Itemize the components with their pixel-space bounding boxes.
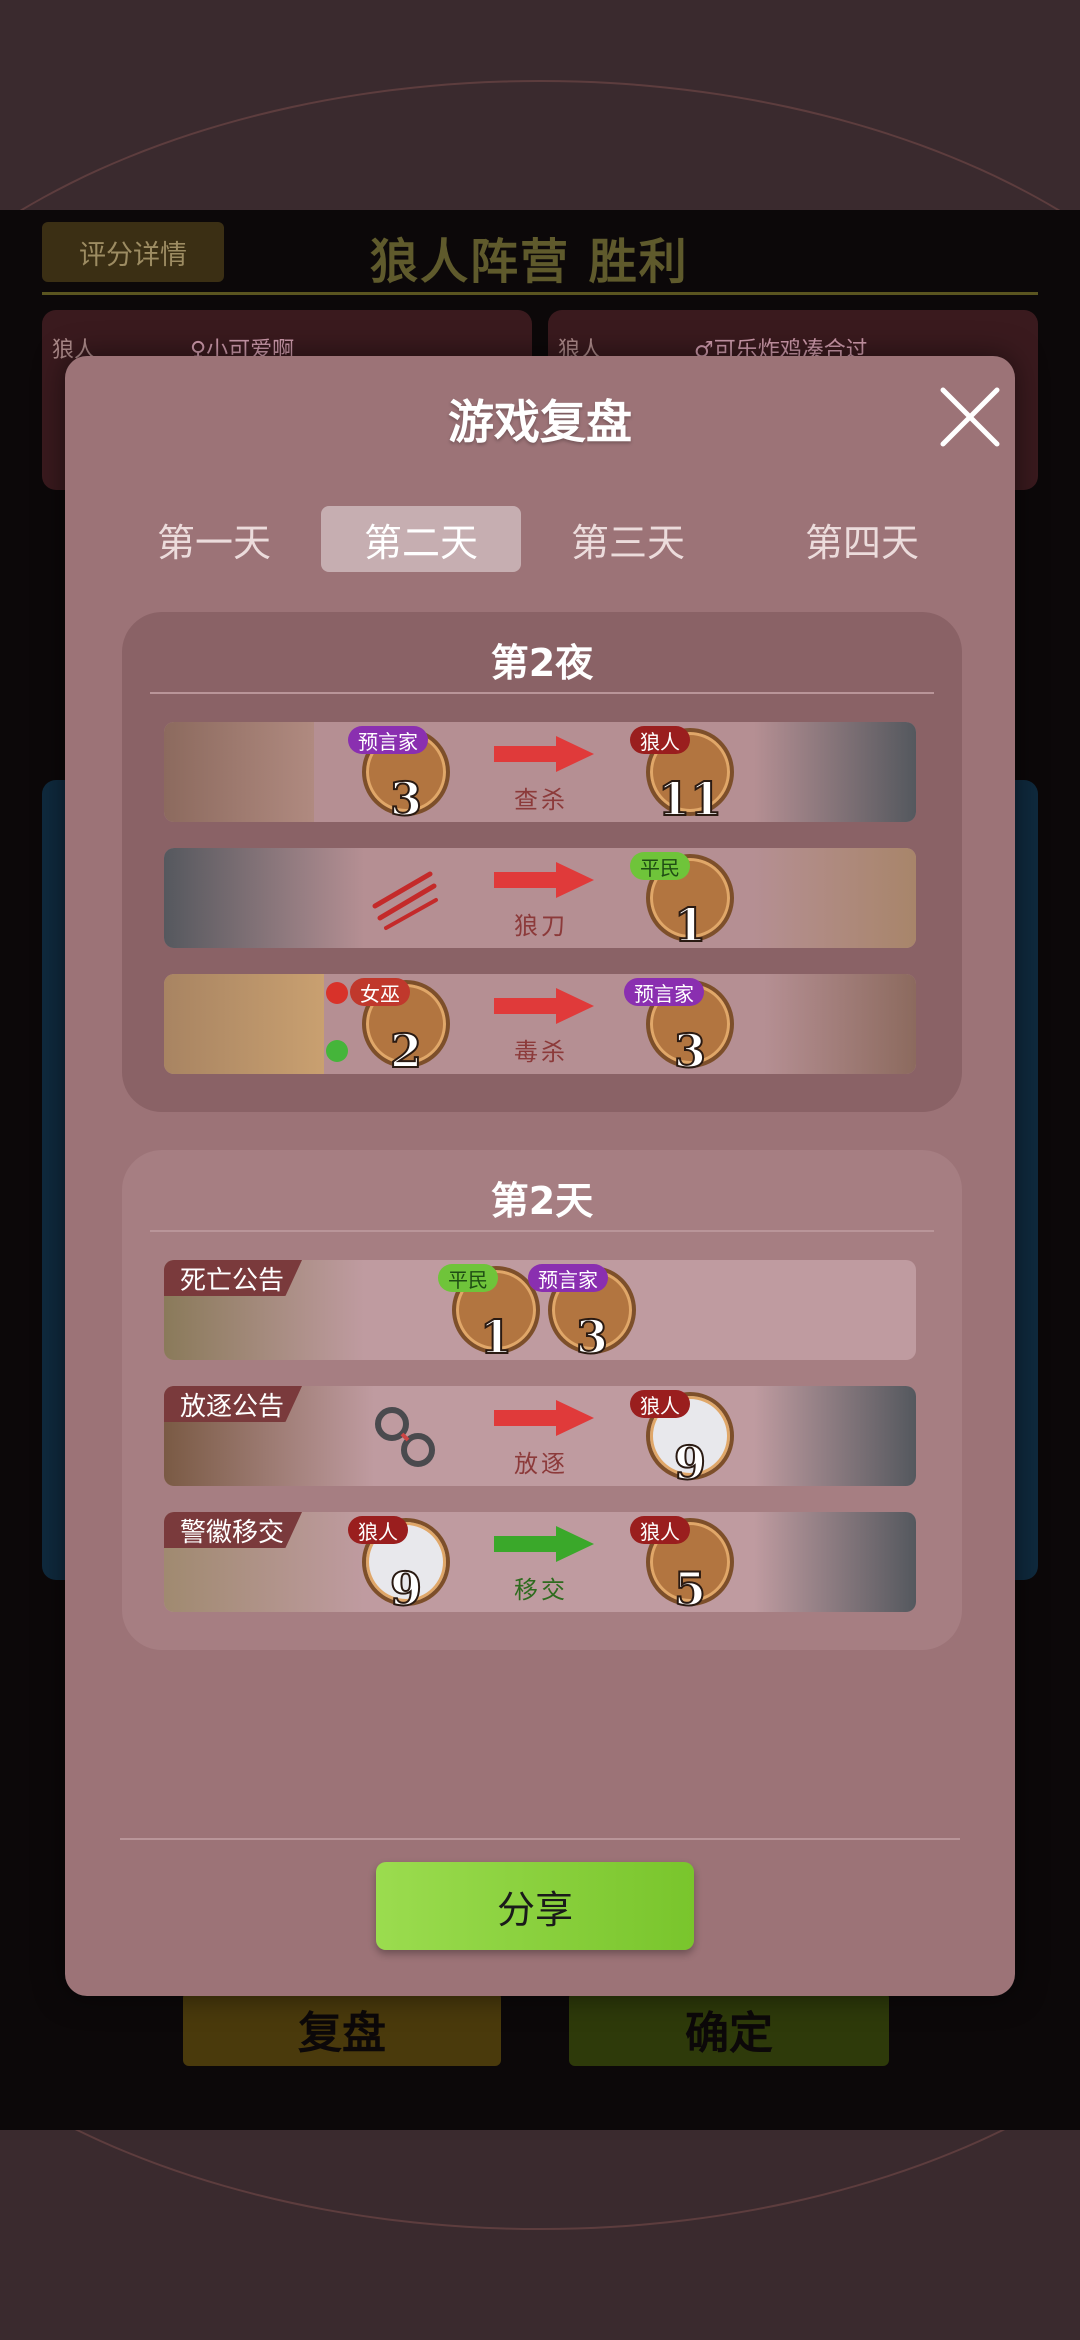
role-badge: 狼人 xyxy=(348,1516,408,1544)
event-label: 死亡公告 xyxy=(164,1260,303,1296)
dialog-title: 游戏复盘 xyxy=(448,395,632,449)
role-badge: 平民 xyxy=(438,1264,498,1292)
confirm-button[interactable]: 确定 xyxy=(569,1992,889,2066)
handcuffs-icon xyxy=(375,1407,435,1467)
background-top xyxy=(0,0,1080,210)
role-badge: 狼人 xyxy=(630,1516,690,1544)
role-badge: 预言家 xyxy=(624,978,704,1006)
claw-icon xyxy=(372,871,438,930)
result-title: 狼人阵营 胜利 xyxy=(370,234,689,290)
game-replay-dialog: 游戏复盘 第一天 第二天 第三天 第四天 第2夜 3 预言家 查杀 11 狼人 xyxy=(65,356,1015,1996)
role-badge: 预言家 xyxy=(528,1264,608,1292)
arrow-right-icon xyxy=(494,988,594,1024)
day-tabs: 第一天 第二天 第三天 第四天 xyxy=(130,506,950,576)
arrow-right-icon xyxy=(494,1526,594,1562)
night-event-row: 2 女巫 毒杀 3 预言家 xyxy=(164,974,916,1074)
night-event-row: 狼刀 1 平民 xyxy=(164,848,916,948)
tab-day-1[interactable]: 第一天 xyxy=(130,506,314,572)
wolf-portrait xyxy=(754,1386,916,1486)
tab-day-2[interactable]: 第二天 xyxy=(321,506,521,572)
event-label: 警徽移交 xyxy=(164,1512,303,1548)
section-divider xyxy=(150,1230,934,1232)
day-event-row: 死亡公告 1 平民 3 预言家 xyxy=(164,1260,916,1360)
villager-portrait xyxy=(754,848,916,948)
night-event-row: 3 预言家 查杀 11 狼人 xyxy=(164,722,916,822)
action-label: 移交 xyxy=(514,1576,568,1604)
title-divider xyxy=(42,292,1038,295)
day-title: 第2天 xyxy=(490,1179,594,1223)
close-icon[interactable] xyxy=(935,382,1005,452)
night-section: 第2夜 3 预言家 查杀 11 狼人 狼刀 1 平民 2 女巫 毒杀 3 预言家 xyxy=(122,612,962,1112)
antidote-icon xyxy=(326,982,348,1004)
arrow-right-icon xyxy=(494,862,594,898)
action-label: 放逐 xyxy=(514,1450,568,1478)
wolf-portrait xyxy=(754,722,916,822)
wolf-portrait xyxy=(164,848,364,948)
action-label: 查杀 xyxy=(514,786,568,814)
day-event-row: 警徽移交 9 狼人 移交 5 狼人 xyxy=(164,1512,916,1612)
seer-portrait xyxy=(164,722,314,822)
score-detail-button[interactable]: 评分详情 xyxy=(42,222,224,282)
witch-portrait xyxy=(164,974,324,1074)
role-badge: 女巫 xyxy=(350,978,410,1006)
action-label: 狼刀 xyxy=(514,912,568,940)
seer-portrait xyxy=(764,974,916,1074)
replay-button[interactable]: 复盘 xyxy=(183,1992,501,2066)
action-label: 毒杀 xyxy=(514,1038,568,1066)
role-badge: 平民 xyxy=(630,852,690,880)
night-title: 第2夜 xyxy=(490,641,594,685)
role-badge: 预言家 xyxy=(348,726,428,754)
role-badge: 狼人 xyxy=(630,1390,690,1418)
role-badge: 狼人 xyxy=(630,726,690,754)
tab-day-3[interactable]: 第三天 xyxy=(528,506,728,572)
day-event-row: 放逐公告 放逐 9 狼人 xyxy=(164,1386,916,1486)
day-section: 第2天 死亡公告 1 平民 3 预言家 放逐公告 放逐 9 狼人 警徽移交 9 … xyxy=(122,1150,962,1650)
arrow-right-icon xyxy=(494,736,594,772)
arrow-right-icon xyxy=(494,1400,594,1436)
poison-icon xyxy=(326,1040,348,1062)
wolf-portrait xyxy=(754,1512,916,1612)
tab-day-4[interactable]: 第四天 xyxy=(762,506,950,572)
event-label: 放逐公告 xyxy=(164,1386,303,1422)
section-divider xyxy=(150,692,934,694)
share-button[interactable]: 分享 xyxy=(376,1862,694,1950)
background-bottom xyxy=(0,2130,1080,2340)
footer-divider xyxy=(120,1838,960,1840)
